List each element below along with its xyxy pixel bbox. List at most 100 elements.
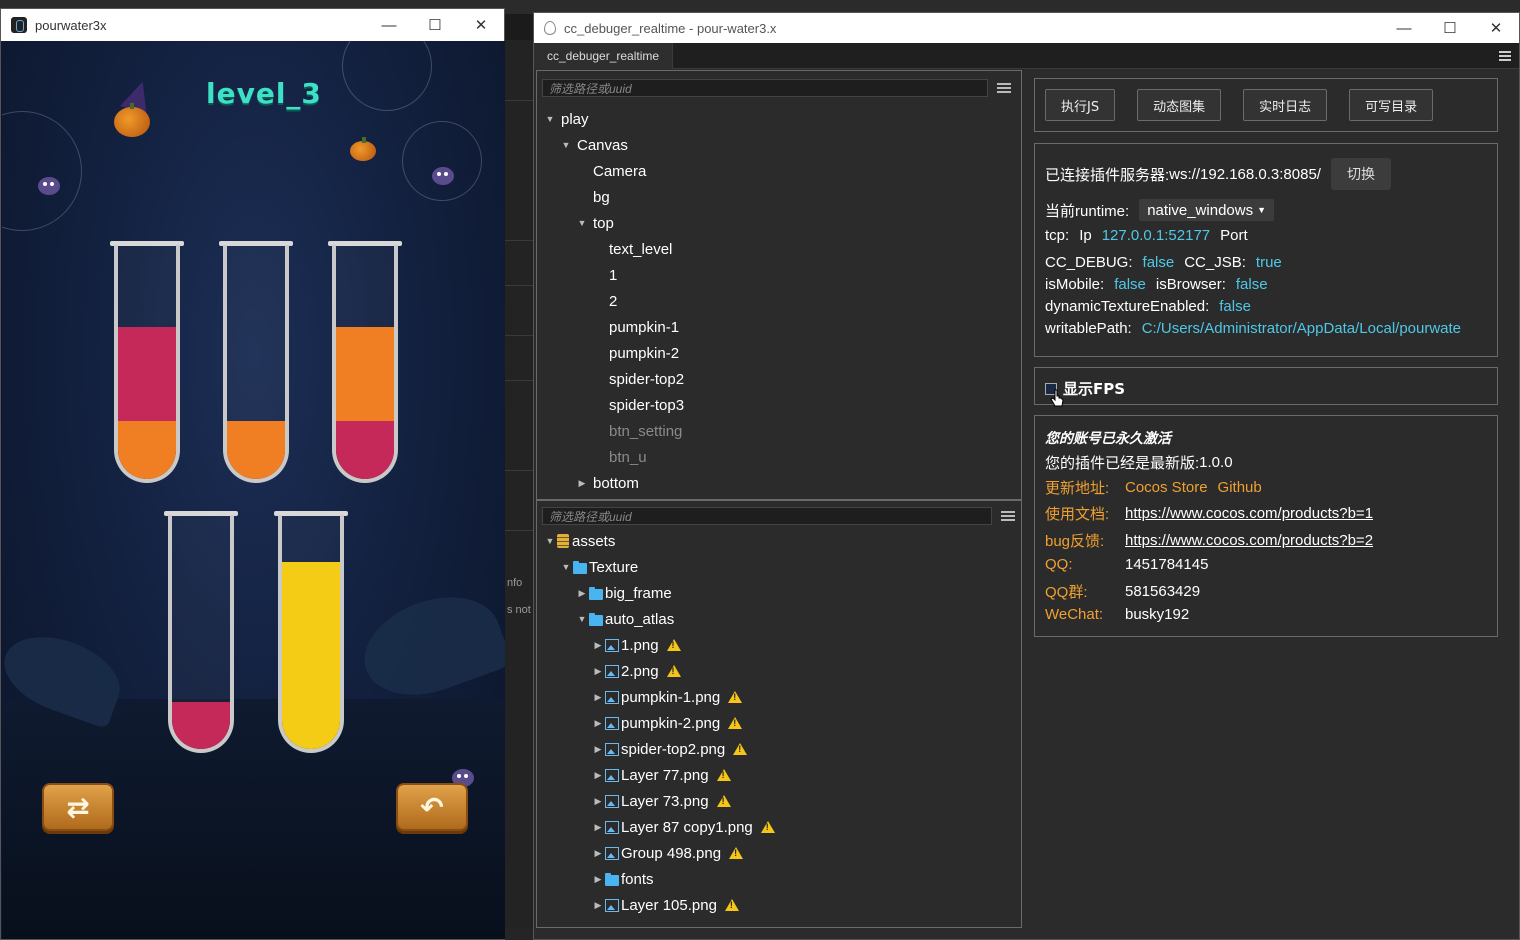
tube[interactable] (278, 515, 344, 753)
github-link[interactable]: Github (1218, 479, 1262, 496)
tube[interactable] (168, 515, 234, 753)
cocos-store-link[interactable]: Cocos Store (1125, 479, 1208, 496)
tube[interactable] (223, 245, 289, 483)
chevron-right-icon[interactable]: ▶ (575, 478, 589, 489)
minimize-button[interactable]: — (366, 9, 412, 41)
tree-node[interactable]: 2 (537, 288, 617, 314)
minimize-button[interactable]: — (1381, 13, 1427, 43)
level-title: level_3 (206, 77, 322, 110)
tube[interactable] (114, 245, 180, 483)
asset-item-label: fonts (621, 870, 654, 888)
tree-node-label: top (593, 214, 614, 232)
chevron-right-icon[interactable]: ▶ (575, 588, 589, 599)
tree-node-label: play (561, 110, 589, 128)
asset-item[interactable]: ▶ fonts (537, 866, 654, 892)
asset-item[interactable]: ▶ pumpkin-1.png (537, 684, 743, 710)
cc-debug-value: false (1142, 254, 1175, 271)
tree-node[interactable]: text_level (537, 236, 672, 262)
realtime-log-button[interactable]: 实时日志 (1243, 89, 1328, 121)
asset-item[interactable]: ▶ pumpkin-2.png (537, 710, 743, 736)
bug-link[interactable]: https://www.cocos.com/products?b=2 (1125, 532, 1373, 549)
tree-node[interactable]: ▼ play (537, 106, 589, 132)
debugger-titlebar[interactable]: cc_debuger_realtime - pour-water3.x — ☐ … (534, 13, 1519, 43)
runtime-select[interactable]: native_windows ▼ (1139, 199, 1275, 221)
asset-item-label: spider-top2.png (621, 740, 726, 758)
asset-item[interactable]: ▶ spider-top2.png (537, 736, 748, 762)
warning-icon (728, 717, 743, 729)
asset-item[interactable]: ▶ Layer 87 copy1.png (537, 814, 775, 840)
close-button[interactable]: ✕ (1473, 13, 1519, 43)
tree-node[interactable]: spider-top3 (537, 392, 684, 418)
menu-icon[interactable] (1499, 51, 1511, 61)
chevron-down-icon[interactable]: ▼ (575, 614, 589, 624)
chevron-right-icon[interactable]: ▶ (591, 744, 605, 755)
tree-node[interactable]: ▼ top (537, 210, 614, 236)
tube[interactable] (332, 245, 398, 483)
asset-item[interactable]: ▼ auto_atlas (537, 606, 675, 632)
chevron-right-icon[interactable]: ▶ (591, 640, 605, 651)
asset-item-label: 1.png (621, 636, 659, 654)
close-button[interactable]: ✕ (458, 9, 504, 41)
node-filter-input[interactable]: 筛选路径或uuid (542, 79, 988, 97)
tree-node[interactable]: btn_u (537, 444, 647, 470)
list-icon[interactable] (994, 79, 1014, 97)
chevron-right-icon[interactable]: ▶ (591, 796, 605, 807)
undo-button[interactable]: ↶ (396, 783, 468, 831)
chevron-right-icon[interactable]: ▶ (591, 770, 605, 781)
droplet-icon (544, 21, 556, 35)
update-label: 更新地址: (1045, 480, 1110, 497)
background-label: s not (507, 604, 531, 616)
chevron-right-icon[interactable]: ▶ (591, 692, 605, 703)
chevron-right-icon[interactable]: ▶ (591, 874, 605, 885)
asset-item[interactable]: ▼ Texture (537, 554, 639, 580)
chevron-right-icon[interactable]: ▶ (591, 900, 605, 911)
chevron-down-icon[interactable]: ▼ (543, 114, 557, 124)
qq-value: 1451784145 (1125, 556, 1209, 573)
restart-button[interactable]: ⇄ (42, 783, 114, 831)
asset-item[interactable]: ▶ Layer 105.png (537, 892, 739, 918)
switch-button[interactable]: 切换 (1330, 158, 1391, 190)
asset-item[interactable]: ▶ 2.png (537, 658, 681, 684)
tree-node[interactable]: pumpkin-1 (537, 314, 679, 340)
game-scene[interactable]: level_3 ⇄ ↶ (2, 41, 505, 939)
chevron-down-icon[interactable]: ▼ (559, 140, 573, 150)
chevron-right-icon[interactable]: ▶ (591, 718, 605, 729)
is-browser-value: false (1235, 276, 1268, 293)
image-icon (605, 898, 619, 912)
pumpkin-icon (350, 137, 376, 161)
tree-node-label: pumpkin-2 (609, 344, 680, 362)
maximize-button[interactable]: ☐ (1427, 13, 1473, 43)
chevron-right-icon[interactable]: ▶ (591, 822, 605, 833)
chevron-down-icon[interactable]: ▼ (559, 562, 573, 572)
asset-filter-input[interactable]: 筛选路径或uuid (542, 507, 992, 525)
execute-js-button[interactable]: 执行JS (1045, 89, 1116, 121)
game-window-titlebar[interactable]: pourwater3x — ☐ ✕ (1, 9, 504, 41)
list-icon[interactable] (998, 507, 1018, 525)
tree-node[interactable]: btn_setting (537, 418, 682, 444)
chevron-right-icon[interactable]: ▶ (591, 848, 605, 859)
tab-cc-debuger-realtime[interactable]: cc_debuger_realtime (534, 43, 674, 69)
tree-node[interactable]: pumpkin-2 (537, 340, 679, 366)
fps-label[interactable]: 显示FPS (1063, 378, 1125, 399)
asset-item[interactable]: ▼ assets (537, 528, 616, 554)
writable-dir-button[interactable]: 可写目录 (1349, 89, 1434, 121)
asset-item[interactable]: ▶ big_frame (537, 580, 672, 606)
asset-item[interactable]: ▶ Group 498.png (537, 840, 744, 866)
docs-link[interactable]: https://www.cocos.com/products?b=1 (1125, 505, 1373, 522)
tree-node[interactable]: ▼ Canvas (537, 132, 628, 158)
tree-node[interactable]: 1 (537, 262, 617, 288)
asset-item[interactable]: ▶ Layer 73.png (537, 788, 731, 814)
chevron-down-icon[interactable]: ▼ (575, 218, 589, 228)
tree-node[interactable]: ▶ bottom (537, 470, 639, 496)
asset-item[interactable]: ▶ 1.png (537, 632, 681, 658)
tcp-label: tcp: (1045, 227, 1070, 244)
tree-node[interactable]: bg (537, 184, 610, 210)
tree-node[interactable]: Camera (537, 158, 646, 184)
chevron-right-icon[interactable]: ▶ (591, 666, 605, 677)
chevron-down-icon[interactable]: ▼ (543, 536, 557, 546)
asset-item[interactable]: ▶ Layer 77.png (537, 762, 731, 788)
tree-node-label: btn_setting (609, 422, 683, 440)
dynamic-atlas-button[interactable]: 动态图集 (1137, 89, 1222, 121)
maximize-button[interactable]: ☐ (412, 9, 458, 41)
tree-node[interactable]: spider-top2 (537, 366, 684, 392)
